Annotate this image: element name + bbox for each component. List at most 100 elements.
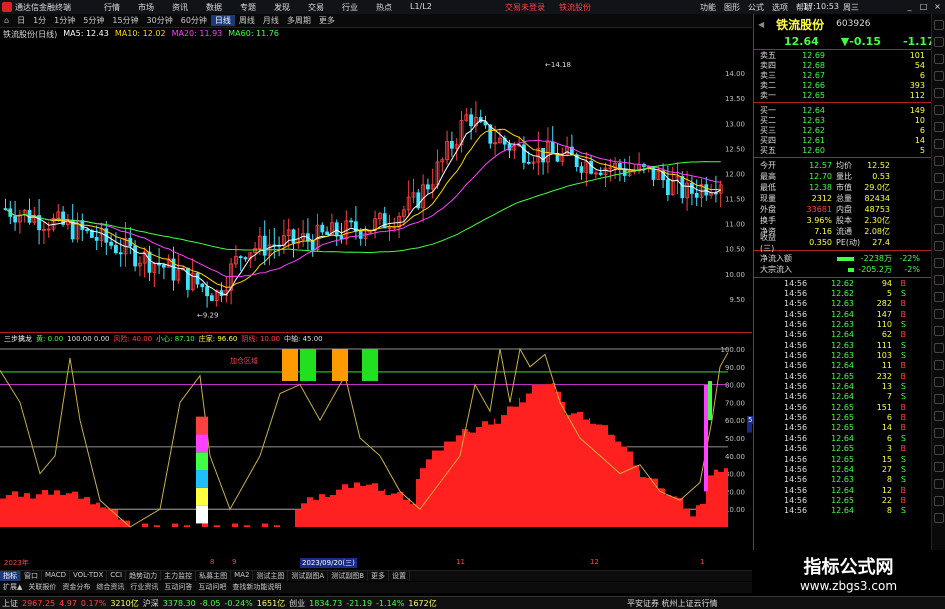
indicator-chart[interactable]: 100.0090.0080.0070.0060.0050.0040.0030.0… <box>0 345 752 555</box>
side-tool-icon[interactable] <box>933 309 944 319</box>
right-menu-item[interactable]: 选项 <box>768 2 792 13</box>
indicator-tab[interactable]: 窗口 <box>21 571 42 581</box>
menu-item[interactable]: 热点 <box>367 2 401 13</box>
period-button[interactable]: 周线 <box>235 15 259 26</box>
close-icon[interactable]: × <box>932 2 943 12</box>
tick-row[interactable]: 14:56 12.64 8 S <box>754 506 931 516</box>
side-tool-icon[interactable] <box>933 207 944 217</box>
side-tool-icon[interactable] <box>933 394 944 404</box>
tick-list[interactable]: 14:56 12.62 94 B 14:56 12.62 5 S 14:56 12.63 282 B 1… <box>754 277 931 516</box>
side-tool-icon[interactable] <box>933 88 944 98</box>
menu-item[interactable]: 发现 <box>265 2 299 13</box>
order-book-row[interactable]: 买一 12.64 149 <box>760 105 931 115</box>
tick-row[interactable]: 14:56 12.63 8 S <box>754 475 931 485</box>
tick-row[interactable]: 14:56 12.64 7 S <box>754 392 931 402</box>
home-icon[interactable]: ⌂ <box>0 16 13 25</box>
indicator-tab[interactable]: MACD <box>42 571 70 581</box>
menu-item[interactable]: 行业 <box>333 2 367 13</box>
tick-row[interactable]: 14:56 12.65 15 S <box>754 454 931 464</box>
side-tool-icon[interactable] <box>933 139 944 149</box>
tick-row[interactable]: 14:56 12.65 232 B <box>754 371 931 381</box>
tick-row[interactable]: 14:56 12.63 111 S <box>754 340 931 350</box>
side-tool-icon[interactable] <box>933 292 944 302</box>
period-button[interactable]: 多周期 <box>283 15 315 26</box>
toolbar-pre-item[interactable]: 日 <box>13 15 29 26</box>
tick-row[interactable]: 14:56 12.65 6 B <box>754 412 931 422</box>
tick-row[interactable]: 14:56 12.65 14 B <box>754 423 931 433</box>
maximize-icon[interactable]: □ <box>918 2 929 12</box>
side-tool-icon[interactable] <box>933 428 944 438</box>
tick-row[interactable]: 14:56 12.63 282 B <box>754 299 931 309</box>
menu-item[interactable]: 交易 <box>299 2 333 13</box>
indicator-tab[interactable]: 测试主图 <box>253 571 289 581</box>
right-menu-item[interactable]: 图形 <box>720 2 744 13</box>
menu-item[interactable]: 行情 <box>95 2 129 13</box>
period-button[interactable]: 日线 <box>210 15 235 26</box>
period-button[interactable]: 1分钟 <box>50 15 79 26</box>
period-button[interactable]: 月线 <box>259 15 283 26</box>
side-tool-icon[interactable] <box>933 377 944 387</box>
tick-row[interactable]: 14:56 12.64 13 S <box>754 381 931 391</box>
tick-row[interactable]: 14:56 12.64 11 B <box>754 361 931 371</box>
side-tool-icon[interactable] <box>933 241 944 251</box>
menu-item[interactable]: 专题 <box>231 2 265 13</box>
extension-tab[interactable]: 互动问吧 <box>195 582 229 593</box>
indicator-tab[interactable]: 测试副图B <box>328 571 369 581</box>
tick-row[interactable]: 14:56 12.64 147 B <box>754 309 931 319</box>
indicator-tab[interactable]: 趋势动力 <box>126 571 162 581</box>
extension-tab[interactable]: 资金分布 <box>59 582 93 593</box>
extension-tab[interactable]: 综合资讯 <box>93 582 127 593</box>
tick-row[interactable]: 14:56 12.63 103 S <box>754 350 931 360</box>
order-book-row[interactable]: 买三 12.62 6 <box>760 125 931 135</box>
menu-item[interactable]: 数据 <box>197 2 231 13</box>
indicator-tab[interactable]: 指标 <box>0 571 21 581</box>
right-menu-item[interactable]: 功能 <box>696 2 720 13</box>
indicator-tab[interactable]: 私募主图 <box>196 571 232 581</box>
indicator-tab[interactable]: 更多 <box>368 571 390 581</box>
indicator-tab[interactable]: MA2 <box>231 571 254 581</box>
menu-item[interactable]: L1/L2 <box>401 2 441 13</box>
order-book-row[interactable]: 买五 12.60 5 <box>760 145 931 155</box>
side-tool-icon[interactable] <box>933 173 944 183</box>
tick-row[interactable]: 14:56 12.64 6 S <box>754 433 931 443</box>
extension-tab[interactable]: 扩展▲ <box>0 582 25 593</box>
period-button[interactable]: 15分钟 <box>108 15 142 26</box>
side-tool-icon[interactable] <box>933 479 944 489</box>
side-tool-icon[interactable] <box>933 122 944 132</box>
tick-row[interactable]: 14:56 12.65 22 B <box>754 495 931 505</box>
side-tool-icon[interactable] <box>933 326 944 336</box>
sz-label[interactable]: 沪深 <box>143 598 159 609</box>
extension-tab[interactable]: 行业资讯 <box>127 582 161 593</box>
side-tool-icon[interactable] <box>933 343 944 353</box>
side-tool-icon[interactable] <box>933 105 944 115</box>
tick-row[interactable]: 14:56 12.62 94 B <box>754 278 931 288</box>
tick-row[interactable]: 14:56 12.63 110 S <box>754 319 931 329</box>
side-tool-icon[interactable] <box>933 275 944 285</box>
side-tool-icon[interactable] <box>933 156 944 166</box>
indicator-tab[interactable]: 主力监控 <box>161 571 197 581</box>
indicator-tab[interactable]: 设置 <box>389 571 411 581</box>
period-button[interactable]: 更多 <box>315 15 339 26</box>
right-menu-item[interactable]: 公式 <box>744 2 768 13</box>
tick-row[interactable]: 14:56 12.64 62 B <box>754 330 931 340</box>
order-book-row[interactable]: 卖四 12.68 54 <box>760 60 931 70</box>
side-tool-icon[interactable] <box>933 54 944 64</box>
side-tool-icon[interactable] <box>933 496 944 506</box>
tick-row[interactable]: 14:56 12.62 5 S <box>754 288 931 298</box>
extension-tab[interactable]: 互动问答 <box>161 582 195 593</box>
period-button[interactable]: 60分钟 <box>177 15 211 26</box>
order-book-row[interactable]: 买四 12.61 14 <box>760 135 931 145</box>
tick-row[interactable]: 14:56 12.64 27 S <box>754 464 931 474</box>
side-tool-icon[interactable] <box>933 445 944 455</box>
extension-tab[interactable]: 关联报价 <box>25 582 59 593</box>
cy-label[interactable]: 创业 <box>289 598 305 609</box>
side-tool-icon[interactable] <box>933 513 944 523</box>
period-button[interactable]: 5分钟 <box>79 15 108 26</box>
candlestick-chart[interactable]: 14.00 13.50 13.00 12.50 12.00 11.50 11.00 10.50… <box>0 40 752 332</box>
indicator-tab[interactable]: CCI <box>107 571 127 581</box>
sh-label[interactable]: 上证 <box>2 598 18 609</box>
stock-name-link[interactable]: 铁流股份 <box>559 2 591 13</box>
side-tool-icon[interactable] <box>933 190 944 200</box>
side-tool-icon[interactable] <box>933 71 944 81</box>
order-book-row[interactable]: 买二 12.63 10 <box>760 115 931 125</box>
